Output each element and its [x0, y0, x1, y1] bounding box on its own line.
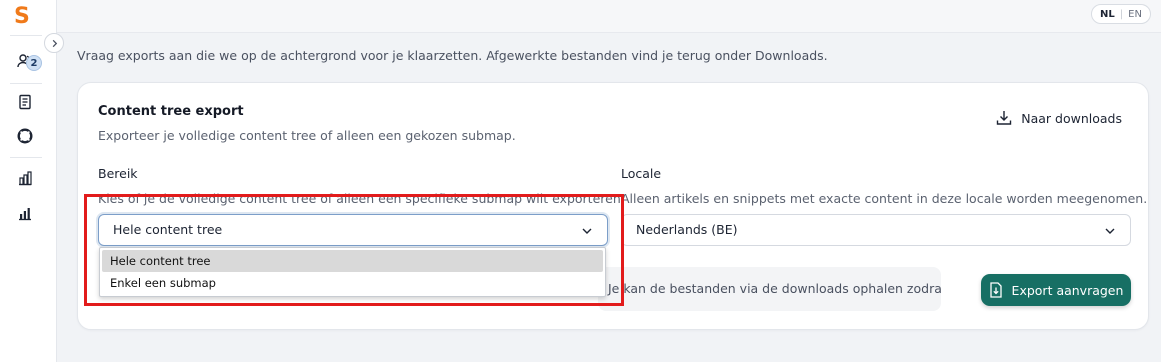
request-export-label: Export aanvragen [1011, 282, 1124, 298]
request-export-button[interactable]: Export aanvragen [981, 274, 1131, 306]
lang-nl-option[interactable]: NL [1100, 9, 1115, 20]
page-intro: Vraag exports aan die we op de achtergro… [77, 48, 828, 63]
lifebuoy-icon[interactable] [17, 128, 33, 144]
file-export-icon [989, 282, 1002, 298]
downloads-link-label: Naar downloads [1021, 110, 1122, 126]
bar-chart-icon[interactable] [17, 205, 33, 221]
scope-option-whole-tree[interactable]: Hele content tree [102, 250, 603, 272]
scope-select-value: Hele content tree [113, 222, 223, 237]
export-notice-text: Je kan de bestanden via de downloads oph… [608, 281, 941, 296]
sidebar-divider [10, 157, 42, 158]
card-subtitle: Exporteer je volledige content tree of a… [98, 128, 516, 143]
sidebar-divider [10, 83, 42, 84]
scope-option-submap[interactable]: Enkel een submap [102, 272, 603, 294]
scope-select[interactable]: Hele content tree [98, 214, 608, 246]
notification-badge: 2 [26, 55, 42, 71]
locale-help: Alleen artikels en snippets met exacte c… [621, 191, 1148, 206]
downloads-link[interactable]: Naar downloads [995, 109, 1122, 127]
chevron-down-icon [582, 228, 592, 234]
locale-select[interactable]: Nederlands (BE) [621, 214, 1131, 246]
sidebar-toggle-button[interactable] [44, 33, 64, 53]
scope-label: Bereik [98, 166, 138, 181]
locale-label: Locale [621, 166, 662, 181]
chevron-right-icon [52, 39, 57, 47]
language-switch[interactable]: NL | EN [1091, 4, 1151, 24]
scope-help: Kies of je de volledige content tree of … [98, 191, 625, 206]
download-icon [997, 111, 1012, 125]
sidebar: S 2 [0, 0, 57, 362]
lang-en-option[interactable]: EN [1128, 9, 1142, 20]
chevron-down-icon [1105, 228, 1115, 234]
locale-select-value: Nederlands (BE) [636, 222, 738, 237]
document-list-icon[interactable] [17, 94, 33, 110]
scope-dropdown-menu: Hele content tree Enkel een submap [99, 247, 606, 297]
building-chart-icon[interactable] [17, 170, 33, 186]
sidebar-divider [10, 35, 42, 36]
app-logo[interactable]: S [14, 5, 34, 29]
export-notice: Je kan de bestanden via de downloads oph… [598, 267, 941, 311]
lang-divider: | [1119, 8, 1124, 20]
top-bar: NL | EN [57, 0, 1161, 33]
card-title: Content tree export [98, 104, 244, 119]
